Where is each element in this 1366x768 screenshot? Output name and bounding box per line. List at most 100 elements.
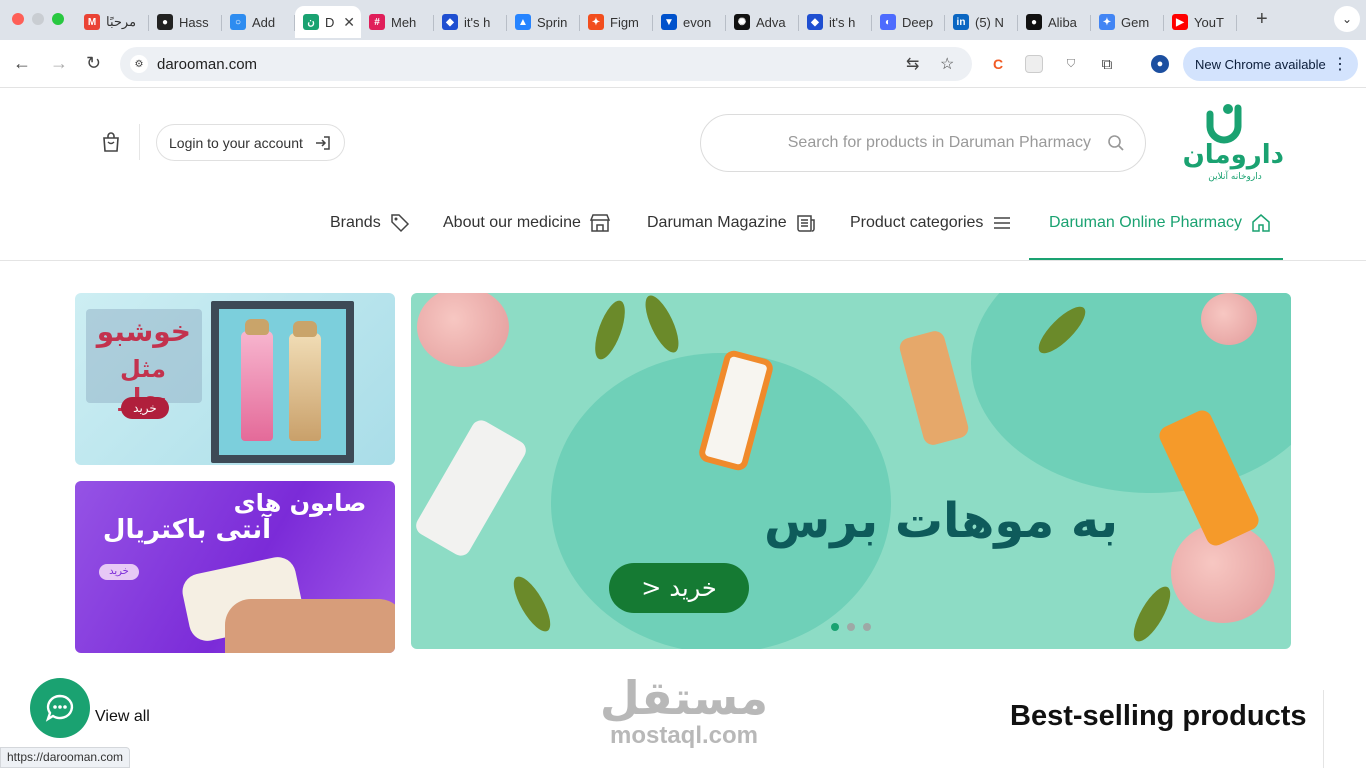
menu-online-pharmacy[interactable]: Daruman Online Pharmacy [1049, 212, 1272, 234]
perfume-frame-inner [219, 309, 346, 455]
pink-perfume-cap [245, 319, 269, 335]
extension-grid-icon[interactable] [1025, 55, 1043, 73]
browser-tab[interactable]: ▶ YouT [1164, 6, 1237, 38]
tab-search-button[interactable]: ⌄ [1334, 6, 1360, 32]
perfume-banner[interactable]: خوشبو مثل بهار خرید [75, 293, 395, 465]
slide-dot-3[interactable] [863, 623, 871, 631]
close-window-button[interactable] [12, 13, 24, 25]
hero-banner[interactable]: به موهات برس > خرید [411, 293, 1291, 649]
pink-perfume-bottle [241, 331, 273, 441]
menu-brands[interactable]: Brands [330, 212, 411, 234]
profile-avatar[interactable]: ● [1151, 55, 1169, 73]
shopping-bag-icon[interactable] [100, 131, 122, 153]
forward-button[interactable]: → [50, 53, 68, 74]
more-menu-icon[interactable]: ⋮ [1332, 54, 1348, 74]
daruman-logo[interactable]: دارومان داروخانه آنلاین [1182, 102, 1284, 186]
menu-about-medicine[interactable]: About our medicine [443, 212, 611, 234]
logo-text: دارومان [1182, 140, 1284, 170]
browser-tab-title: Gem [1121, 14, 1150, 30]
back-button[interactable]: ← [13, 53, 31, 74]
browser-tab-title: Deep [902, 14, 934, 30]
browser-tab[interactable]: ▼ evon [653, 6, 726, 38]
search-box[interactable] [700, 114, 1146, 172]
view-all-link[interactable]: View all [95, 708, 150, 726]
browser-tab[interactable]: ✦ Figm [580, 6, 653, 38]
browser-tab[interactable]: ▲ Sprin [507, 6, 580, 38]
bookmark-star-icon[interactable]: ☆ [940, 54, 954, 74]
slide-dot-2[interactable] [847, 623, 855, 631]
slide-dot-1[interactable] [831, 623, 839, 631]
browser-tab[interactable]: M مرحبًا [76, 6, 149, 38]
browser-tab-title: Figm [610, 14, 639, 30]
figma-icon: ✦ [588, 14, 604, 30]
menu-magazine[interactable]: Daruman Magazine [647, 212, 817, 234]
browser-tab-title: it's h [829, 14, 856, 30]
gold-perfume-bottle [289, 333, 321, 441]
site-info-icon[interactable]: ⚙ [130, 55, 148, 73]
mostaql-watermark: مستقل mostaql.com [598, 672, 770, 748]
chevron-right-icon: > [641, 574, 662, 602]
browser-tab[interactable]: ● Aliba [1018, 6, 1091, 38]
extension-c-icon[interactable]: C [989, 55, 1007, 73]
add-icon: ○ [230, 14, 246, 30]
reload-button[interactable]: ↻ [86, 53, 101, 74]
browser-tab-title: (5) N [975, 14, 1004, 30]
search-icon[interactable] [1107, 134, 1125, 152]
browser-tab-title: Aliba [1048, 14, 1077, 30]
browser-tab-title: Adva [756, 14, 786, 30]
bitbucket-icon: ▼ [661, 14, 677, 30]
search-input[interactable] [721, 130, 1091, 156]
close-tab-icon[interactable]: ✕ [343, 14, 355, 31]
browser-tab-title: evon [683, 14, 712, 30]
browser-tab[interactable]: in (5) N [945, 6, 1018, 38]
daruman-icon: ن [303, 14, 319, 30]
menu-magazine-label: Daruman Magazine [647, 214, 787, 231]
hero-buy-button[interactable]: > خرید [609, 563, 749, 613]
soap-banner[interactable]: صابون های آنتی باکتریال خرید [75, 481, 395, 653]
tag-icon [390, 214, 409, 233]
status-bar-url: https://darooman.com [0, 747, 131, 768]
shield-icon: ◆ [442, 14, 458, 30]
browser-tab[interactable]: # Meh [361, 6, 434, 38]
browser-tab[interactable]: ✦ Gem [1091, 6, 1164, 38]
browser-tab[interactable]: ✺ Adva [726, 6, 799, 38]
address-url[interactable]: darooman.com [157, 56, 257, 73]
login-button[interactable]: Login to your account [156, 124, 345, 161]
leaf [638, 293, 686, 357]
menu-product-categories[interactable]: Product categories [850, 212, 1013, 234]
browser-tab[interactable]: ● Hass [149, 6, 222, 38]
menu-about-medicine-label: About our medicine [443, 214, 581, 231]
address-bar[interactable]: ⚙ darooman.com ⇆ ☆ [120, 47, 972, 81]
linkedin-icon: in [953, 14, 969, 30]
perfume-buy-button[interactable]: خرید [121, 397, 169, 419]
chat-button[interactable] [30, 678, 90, 738]
rose-top-right [1201, 293, 1257, 345]
gemini-icon: ✦ [1099, 14, 1115, 30]
browser-tab-title: YouT [1194, 14, 1224, 30]
browser-tab[interactable]: ◆ it's h [434, 6, 507, 38]
browser-tab-title: Sprin [537, 14, 568, 30]
browser-tab[interactable]: ن D ✕ [295, 6, 361, 38]
newspaper-icon [796, 215, 815, 232]
browser-tab-title: مرحبًا [106, 14, 137, 29]
soap-buy-button[interactable]: خرید [99, 564, 139, 580]
translate-icon[interactable]: ⇆ [906, 54, 919, 74]
new-tab-button[interactable]: + [1256, 8, 1268, 31]
home-icon [1252, 214, 1270, 232]
deepseek-icon: ◐ [880, 14, 896, 30]
browser-tab[interactable]: ◐ Deep [872, 6, 945, 38]
hero-buy-label: خرید [669, 574, 717, 602]
chat-bubble-icon [45, 694, 74, 722]
soap-banner-line2: آنتی باکتریال [102, 515, 272, 545]
chrome-update-button[interactable]: New Chrome available ⋮ [1183, 47, 1358, 81]
browser-tab[interactable]: ○ Add [222, 6, 295, 38]
browser-tab-title: it's h [464, 14, 491, 30]
browser-tab[interactable]: ◆ it's h [799, 6, 872, 38]
extension-shield-icon[interactable]: ⛉ [1062, 55, 1080, 73]
browser-tab-title: D [325, 14, 335, 30]
minimize-window-button[interactable] [32, 13, 44, 25]
extensions-puzzle-icon[interactable]: ⧉ [1098, 55, 1116, 73]
maximize-window-button[interactable] [52, 13, 64, 25]
watermark-english: mostaql.com [609, 722, 759, 749]
leaf [589, 297, 631, 363]
